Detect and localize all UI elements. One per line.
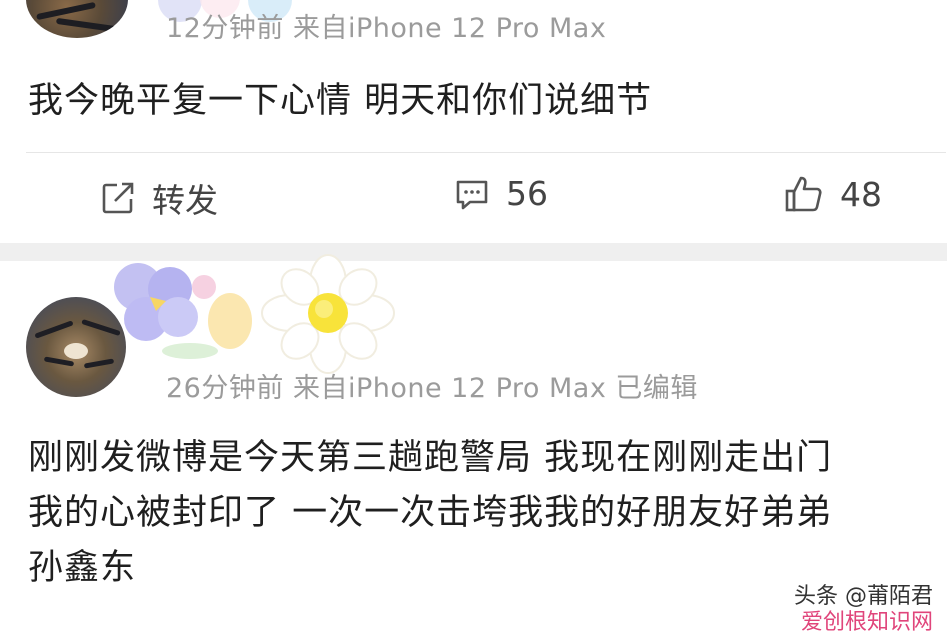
watermark: 头条 @莆陌君 爱创根知识网 [794, 584, 933, 636]
avatar[interactable] [26, 0, 128, 38]
edit-square-icon [100, 180, 136, 216]
repost-label: 转发 [152, 181, 218, 220]
post-meta: 12分钟前 来自iPhone 12 Pro Max [166, 13, 607, 44]
post-text-line: 刚刚发微博是今天第三趟跑警局 我现在刚刚走出门 [28, 438, 833, 478]
thumbs-up-icon [784, 174, 824, 214]
post-text: 我今晚平复一下心情 明天和你们说细节 [28, 81, 653, 121]
comment-button[interactable]: 56 [454, 174, 548, 213]
post-text: 刚刚发微博是今天第三趟跑警局 我现在刚刚走出门 我的心被封印了 一次一次击垮我我… [28, 431, 832, 596]
comment-bubble-icon [454, 176, 490, 212]
like-count: 48 [840, 174, 882, 214]
action-bar: 转发 56 48 [0, 160, 947, 232]
watermark-source: 头条 @莆陌君 [794, 584, 933, 609]
watermark-site: 爱创根知识网 [800, 610, 933, 635]
like-button[interactable]: 48 [784, 174, 882, 214]
comment-count: 56 [506, 174, 548, 213]
repost-button[interactable]: 转发 [100, 174, 218, 222]
post-text-line: 我的心被封印了 一次一次击垮我我的好朋友好弟弟 [28, 493, 833, 533]
flower-sticker-decoration [114, 254, 395, 374]
post-text-line: 孙鑫东 [28, 548, 137, 588]
post-meta: 26分钟前 来自iPhone 12 Pro Max 已编辑 [166, 373, 698, 404]
post-card-1: 12分钟前 来自iPhone 12 Pro Max 我今晚平复一下心情 明天和你… [0, 0, 947, 243]
divider [26, 152, 946, 153]
